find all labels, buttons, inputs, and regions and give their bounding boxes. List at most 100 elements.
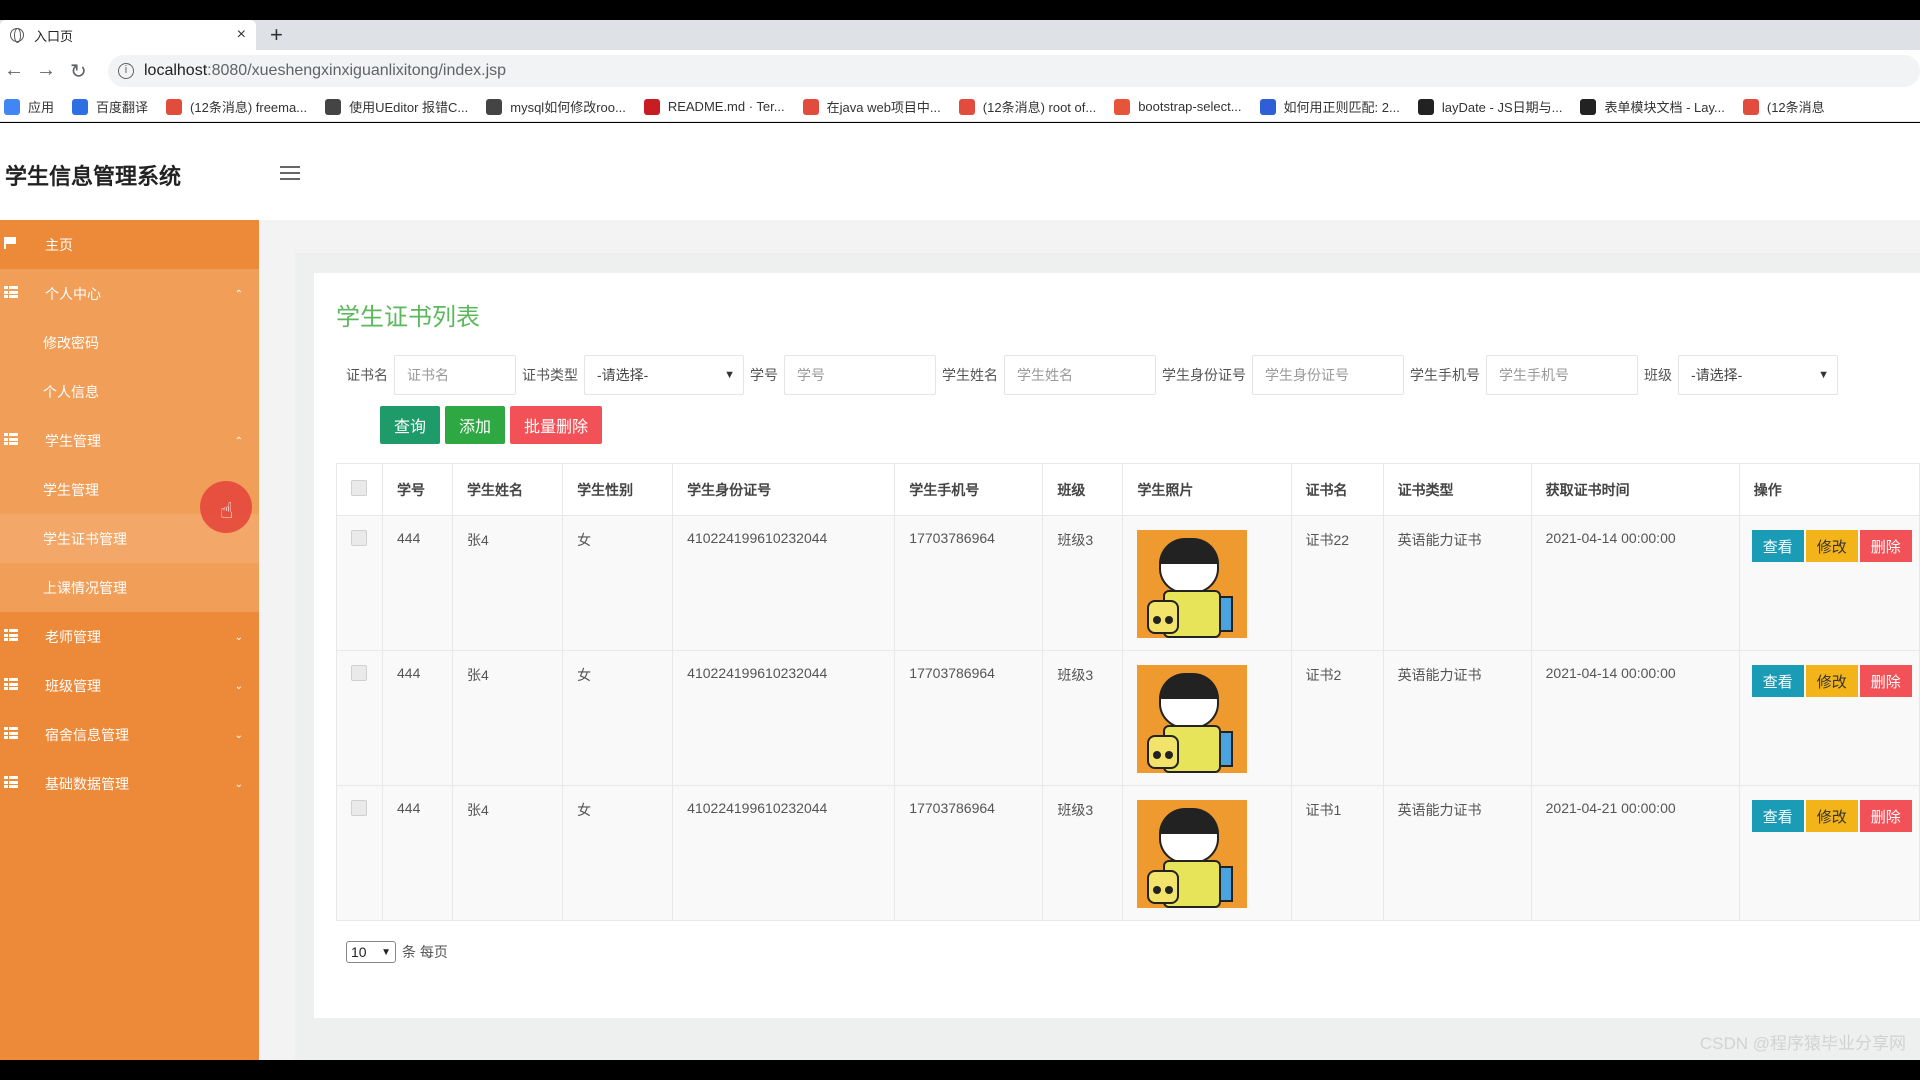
- bookmark-item[interactable]: mysql如何修改roo...: [486, 97, 626, 116]
- bookmark-item[interactable]: (12条消息) freema...: [166, 97, 307, 116]
- sidebar-item[interactable]: 班级管理 ⌄: [0, 661, 259, 710]
- info-icon[interactable]: i: [118, 63, 134, 79]
- row-checkbox[interactable]: [351, 665, 367, 681]
- column-header[interactable]: 学号: [382, 463, 454, 516]
- cell-phone: 17703786964: [894, 650, 1044, 786]
- column-header[interactable]: 班级: [1042, 463, 1124, 516]
- select-cell: [336, 515, 384, 651]
- flag-icon: [4, 237, 18, 249]
- bottom-black-bar: [0, 1060, 1920, 1080]
- delete-button[interactable]: 删除: [1859, 530, 1912, 562]
- bookmark-favicon-icon: [72, 98, 89, 115]
- batch-delete-button[interactable]: 批量删除: [510, 406, 603, 444]
- sidebar-item-label: 修改密码: [43, 334, 99, 351]
- hamburger-menu-icon[interactable]: [280, 166, 300, 180]
- bookmark-item[interactable]: 使用UEditor 报错C...: [325, 97, 468, 116]
- back-arrow-icon[interactable]: ←: [4, 59, 24, 82]
- chevron-down-icon: ⌄: [234, 779, 243, 790]
- column-header[interactable]: 学生照片: [1122, 463, 1292, 516]
- sidebar-item[interactable]: 个人中心 ⌃: [0, 269, 259, 318]
- cert-table: 学号 学生姓名 学生性别 学生身份证号 学生手机号 班级 学生照片 证书名 证书类型 获取证书时间…: [336, 463, 1920, 921]
- sidebar-subitem[interactable]: 上课情况管理: [0, 563, 259, 612]
- row-checkbox[interactable]: [351, 800, 367, 816]
- column-header[interactable]: 证书名: [1291, 463, 1384, 516]
- bookmark-item[interactable]: (12条消息) root of...: [958, 97, 1096, 116]
- url-box[interactable]: i localhost:8080/xueshengxinxiguanlixito…: [108, 55, 1920, 87]
- watermark: CSDN @程序猿毕业分享网: [1699, 1034, 1906, 1053]
- id-number-label: 学生身份证号: [1162, 367, 1246, 383]
- sidebar-item[interactable]: 基础数据管理 ⌄: [0, 759, 259, 808]
- cell-photo: [1122, 515, 1292, 651]
- bookmark-label: 应用: [28, 100, 55, 115]
- sidebar-item[interactable]: 主页: [0, 220, 259, 269]
- bookmark-item[interactable]: 表单模块文档 - Lay...: [1580, 97, 1725, 116]
- grid-icon: [4, 286, 18, 298]
- edit-button[interactable]: 修改: [1805, 800, 1858, 832]
- cert-type-select[interactable]: -请选择- ▼: [584, 355, 744, 395]
- stu-no-input[interactable]: 学号: [784, 355, 936, 395]
- select-all-checkbox[interactable]: [351, 480, 367, 496]
- phone-label: 学生手机号: [1410, 367, 1480, 383]
- class-label: 班级: [1644, 367, 1672, 383]
- cell-type: 英语能力证书: [1383, 515, 1532, 651]
- column-header[interactable]: 学生身份证号: [672, 463, 896, 516]
- sidebar-item[interactable]: 宿舍信息管理 ⌄: [0, 710, 259, 759]
- table-row: 444 张4 女 410224199610232044 17703786964 班级3 证书…: [336, 785, 1920, 921]
- cell-name: 张4: [452, 650, 564, 786]
- chevron-down-icon: ⌄: [234, 681, 243, 692]
- browser-tab[interactable]: 入口页 ×: [0, 20, 256, 50]
- sidebar-item[interactable]: 老师管理 ⌄: [0, 612, 259, 661]
- view-button[interactable]: 查看: [1751, 800, 1804, 832]
- tab-close-icon[interactable]: ×: [237, 26, 246, 44]
- sidebar-item[interactable]: 学生管理 ⌃: [0, 416, 259, 465]
- column-header[interactable]: 学生性别: [562, 463, 674, 516]
- column-header[interactable]: 获取证书时间: [1531, 463, 1740, 516]
- edit-button[interactable]: 修改: [1805, 530, 1858, 562]
- new-tab-button[interactable]: +: [270, 22, 283, 48]
- bookmark-item[interactable]: bootstrap-select...: [1114, 98, 1242, 115]
- page-size-select[interactable]: 10 ▼: [346, 941, 396, 963]
- bookmark-item[interactable]: 应用: [4, 97, 54, 116]
- column-header[interactable]: 证书类型: [1383, 463, 1532, 516]
- view-button[interactable]: 查看: [1751, 530, 1804, 562]
- column-header[interactable]: 学生手机号: [894, 463, 1044, 516]
- cell-type: 英语能力证书: [1383, 650, 1532, 786]
- query-button[interactable]: 查询: [380, 406, 441, 444]
- cell-id: 410224199610232044: [672, 515, 896, 651]
- chevron-up-icon: ⌃: [234, 289, 243, 300]
- url-text: localhost:8080/xueshengxinxiguanlixitong…: [144, 62, 507, 79]
- filter-bar: 证书名 证书名 证书类型 -请选择- ▼ 学号 学号 学生姓名 学生姓名 学生身份…: [346, 353, 1844, 397]
- cell-phone: 17703786964: [894, 785, 1044, 921]
- bookmark-item[interactable]: 百度翻译: [72, 97, 148, 116]
- stu-name-label: 学生姓名: [942, 367, 998, 383]
- view-button[interactable]: 查看: [1751, 665, 1804, 697]
- add-button[interactable]: 添加: [445, 406, 506, 444]
- bookmark-label: layDate - JS日期与...: [1441, 100, 1563, 115]
- chevron-down-icon: ⌄: [234, 632, 243, 643]
- class-select[interactable]: -请选择- ▼: [1678, 355, 1838, 395]
- delete-button[interactable]: 删除: [1859, 665, 1912, 697]
- reload-icon[interactable]: ↻: [70, 59, 87, 84]
- stu-name-input[interactable]: 学生姓名: [1004, 355, 1156, 395]
- bookmark-favicon-icon: [802, 98, 819, 115]
- cell-class: 班级3: [1042, 650, 1124, 786]
- bookmark-favicon-icon: [1417, 98, 1434, 115]
- column-header[interactable]: 操作: [1739, 463, 1920, 516]
- bookmark-item[interactable]: README.md · Ter...: [643, 98, 785, 115]
- column-header[interactable]: 学生姓名: [452, 463, 564, 516]
- bookmark-item[interactable]: (12条消息: [1742, 97, 1825, 116]
- id-number-input[interactable]: 学生身份证号: [1252, 355, 1404, 395]
- phone-input[interactable]: 学生手机号: [1486, 355, 1638, 395]
- sidebar-subitem[interactable]: 个人信息: [0, 367, 259, 416]
- cell-no: 444: [382, 785, 454, 921]
- sidebar-subitem[interactable]: 修改密码: [0, 318, 259, 367]
- edit-button[interactable]: 修改: [1805, 665, 1858, 697]
- forward-arrow-icon[interactable]: →: [36, 59, 56, 82]
- bookmark-item[interactable]: 如何用正则匹配: 2...: [1259, 97, 1400, 116]
- delete-button[interactable]: 删除: [1859, 800, 1912, 832]
- bookmark-item[interactable]: 在java web项目中...: [802, 97, 941, 116]
- sidebar-item-label: 学生管理: [43, 481, 99, 498]
- cert-name-input[interactable]: 证书名: [394, 355, 516, 395]
- row-checkbox[interactable]: [351, 530, 367, 546]
- bookmark-item[interactable]: layDate - JS日期与...: [1417, 97, 1563, 116]
